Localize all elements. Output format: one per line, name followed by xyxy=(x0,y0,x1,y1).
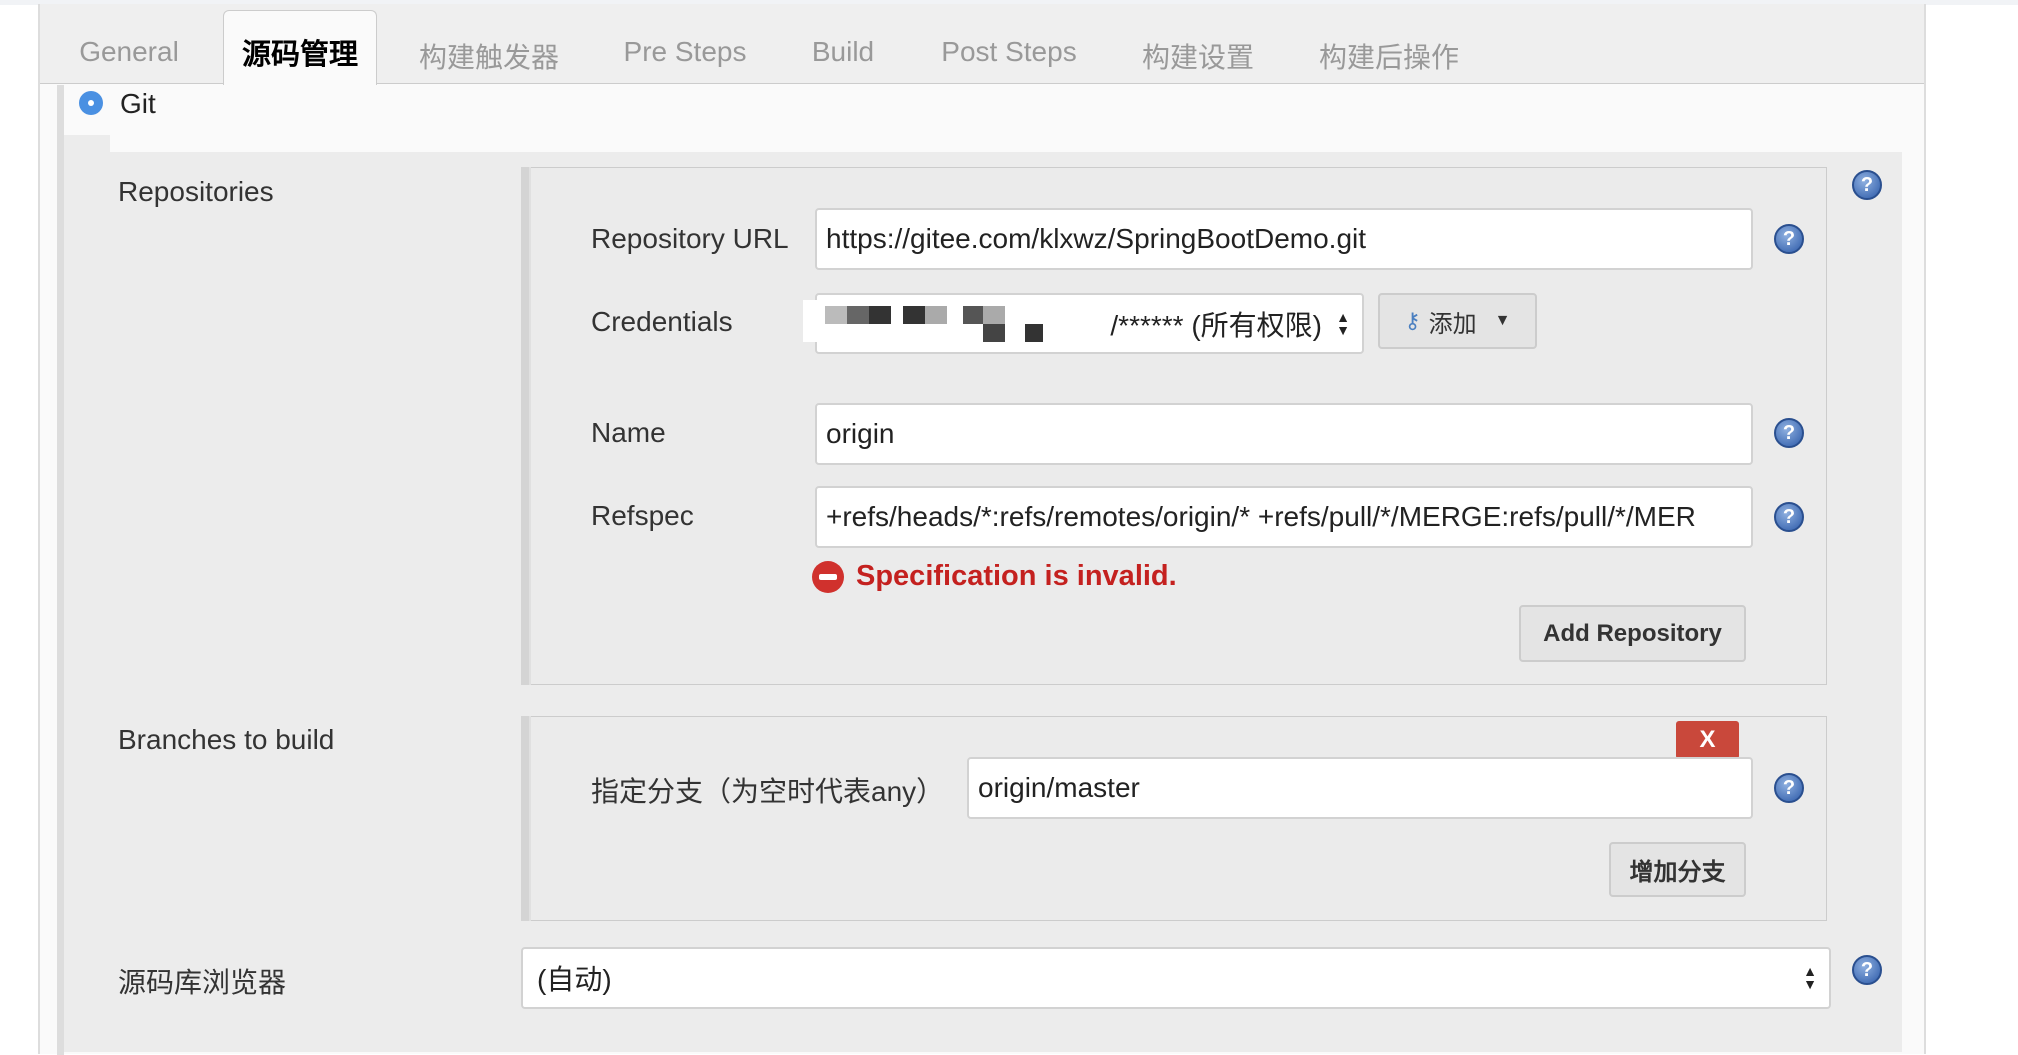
tab-general[interactable]: General xyxy=(79,36,179,68)
credentials-label: Credentials xyxy=(591,306,733,337)
branch-specifier-label: 指定分支（为空时代表any） xyxy=(591,776,945,807)
name-input[interactable]: origin xyxy=(815,403,1753,465)
help-icon[interactable]: ? xyxy=(1774,224,1804,254)
tab-scm[interactable]: 源码管理 xyxy=(223,10,377,85)
refspec-input[interactable]: +refs/heads/*:refs/remotes/origin/* +ref… xyxy=(815,486,1753,548)
add-repository-button[interactable]: Add Repository xyxy=(1519,605,1746,662)
select-arrows-icon: ▲ ▼ xyxy=(1803,963,1817,992)
repositories-label: Repositories xyxy=(118,176,274,207)
tab-build-triggers[interactable]: 构建触发器 xyxy=(419,36,559,76)
repository-url-label: Repository URL xyxy=(591,223,789,254)
repository-url-input[interactable]: https://gitee.com/klxwz/SpringBootDemo.g… xyxy=(815,208,1753,270)
refspec-label: Refspec xyxy=(591,500,694,531)
credentials-value: /****** (所有权限) xyxy=(1110,309,1322,341)
repository-browser-label: 源码库浏览器 xyxy=(118,967,287,998)
tab-build-settings[interactable]: 构建设置 xyxy=(1142,36,1254,76)
tab-pre-steps[interactable]: Pre Steps xyxy=(624,36,747,68)
repository-browser-value: (自动) xyxy=(537,964,612,995)
tab-post-steps[interactable]: Post Steps xyxy=(941,36,1076,68)
tab-label: 源码管理 xyxy=(241,39,358,71)
branch-specifier-input[interactable]: origin/master xyxy=(967,757,1753,819)
add-branch-button[interactable]: 增加分支 xyxy=(1609,842,1746,897)
branches-box-bar xyxy=(521,716,531,921)
repository-browser-select[interactable]: (自动) ▲ ▼ xyxy=(521,947,1831,1009)
git-radio[interactable] xyxy=(79,91,103,115)
caret-down-icon: ▼ xyxy=(1494,312,1511,329)
branches-label: Branches to build xyxy=(118,724,335,755)
content-notch xyxy=(64,135,110,152)
add-credentials-label: 添加 xyxy=(1428,310,1477,338)
error-text: Specification is invalid. xyxy=(856,560,1177,592)
error-icon xyxy=(812,560,844,593)
repository-box-bar xyxy=(521,167,531,685)
help-icon[interactable]: ? xyxy=(1774,773,1804,803)
delete-branch-button[interactable]: X xyxy=(1676,721,1739,759)
refspec-error: Specification is invalid. xyxy=(812,560,1177,593)
help-icon[interactable]: ? xyxy=(1852,170,1882,200)
git-radio-label: Git xyxy=(120,88,156,119)
add-credentials-button[interactable]: ⚷ 添加 ▼ xyxy=(1378,293,1537,349)
key-icon: ⚷ xyxy=(1404,308,1421,333)
tab-post-build-actions[interactable]: 构建后操作 xyxy=(1319,36,1459,76)
name-label: Name xyxy=(591,417,666,448)
help-icon[interactable]: ? xyxy=(1774,502,1804,532)
select-arrows-icon: ▲ ▼ xyxy=(1336,308,1350,338)
help-icon[interactable]: ? xyxy=(1774,418,1804,448)
section-indent-bar xyxy=(57,85,64,1055)
help-icon[interactable]: ? xyxy=(1852,955,1882,985)
redacted-credentials xyxy=(803,300,1088,342)
tab-build[interactable]: Build xyxy=(812,36,874,68)
